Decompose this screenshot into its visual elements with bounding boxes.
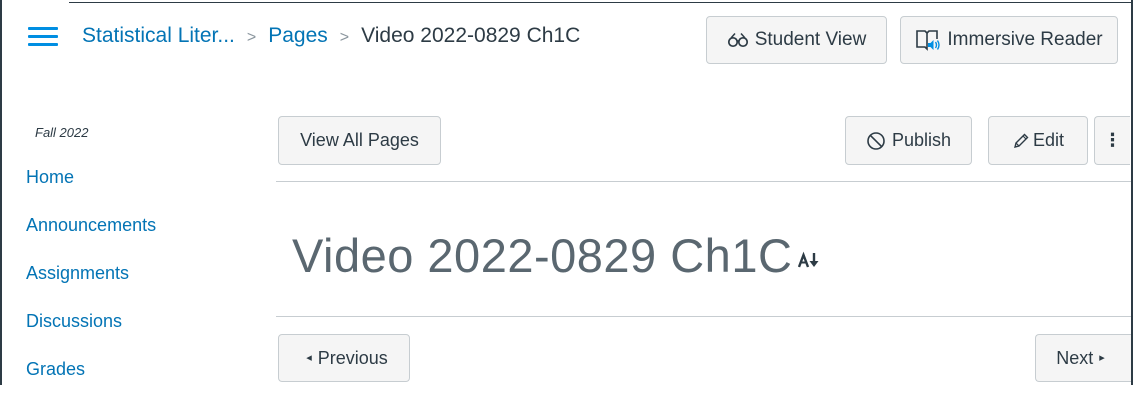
immersive-reader-label: Immersive Reader <box>947 29 1103 50</box>
hamburger-menu-icon[interactable] <box>28 25 58 47</box>
breadcrumb-separator: > <box>339 29 350 46</box>
edit-button[interactable]: Edit <box>988 116 1088 165</box>
page-title: Video 2022-0829 Ch1C <box>292 228 820 287</box>
header-bar: Statistical Liter... > Pages > Video 202… <box>0 0 1133 80</box>
divider <box>276 316 1131 317</box>
breadcrumb-separator: > <box>246 29 257 46</box>
next-label: Next <box>1056 347 1094 368</box>
publish-label: Publish <box>891 130 952 150</box>
view-all-pages-button[interactable]: View All Pages <box>278 116 441 165</box>
breadcrumb-pages[interactable]: Pages <box>268 24 328 48</box>
sidebar-item-grades[interactable]: Grades <box>26 352 156 400</box>
divider <box>276 181 1131 182</box>
previous-label: Previous <box>317 347 388 368</box>
sidebar-item-home[interactable]: Home <box>26 160 156 208</box>
pencil-icon <box>1012 132 1030 150</box>
immersive-reader-button[interactable]: Immersive Reader <box>900 16 1118 64</box>
student-view-label: Student View <box>754 29 867 50</box>
course-nav: Home Announcements Assignments Discussio… <box>26 160 156 400</box>
sidebar-item-assignments[interactable]: Assignments <box>26 256 156 304</box>
text-sort-icon[interactable] <box>798 228 820 283</box>
edit-label: Edit <box>1032 130 1065 150</box>
next-button[interactable]: Next ▸ <box>1035 334 1131 382</box>
page-title-text: Video 2022-0829 Ch1C <box>292 229 793 282</box>
more-options-button[interactable]: ⋮ <box>1094 116 1130 165</box>
previous-button[interactable]: ◂ Previous <box>278 334 410 382</box>
kebab-menu-icon: ⋮ <box>1103 130 1122 150</box>
caret-right-icon: ▸ <box>1099 351 1105 364</box>
caret-left-icon: ◂ <box>306 351 312 364</box>
breadcrumb: Statistical Liter... > Pages > Video 202… <box>82 24 580 48</box>
student-view-button[interactable]: Student View <box>706 16 887 64</box>
immersive-reader-icon <box>915 28 941 52</box>
breadcrumb-course[interactable]: Statistical Liter... <box>82 24 235 48</box>
sidebar-item-announcements[interactable]: Announcements <box>26 208 156 256</box>
sidebar-item-discussions[interactable]: Discussions <box>26 304 156 352</box>
course-term: Fall 2022 <box>35 125 89 140</box>
breadcrumb-current-page: Video 2022-0829 Ch1C <box>361 24 581 47</box>
publish-button[interactable]: Publish <box>845 116 972 165</box>
glasses-icon <box>727 32 749 48</box>
unpublished-circle-icon <box>866 131 886 151</box>
